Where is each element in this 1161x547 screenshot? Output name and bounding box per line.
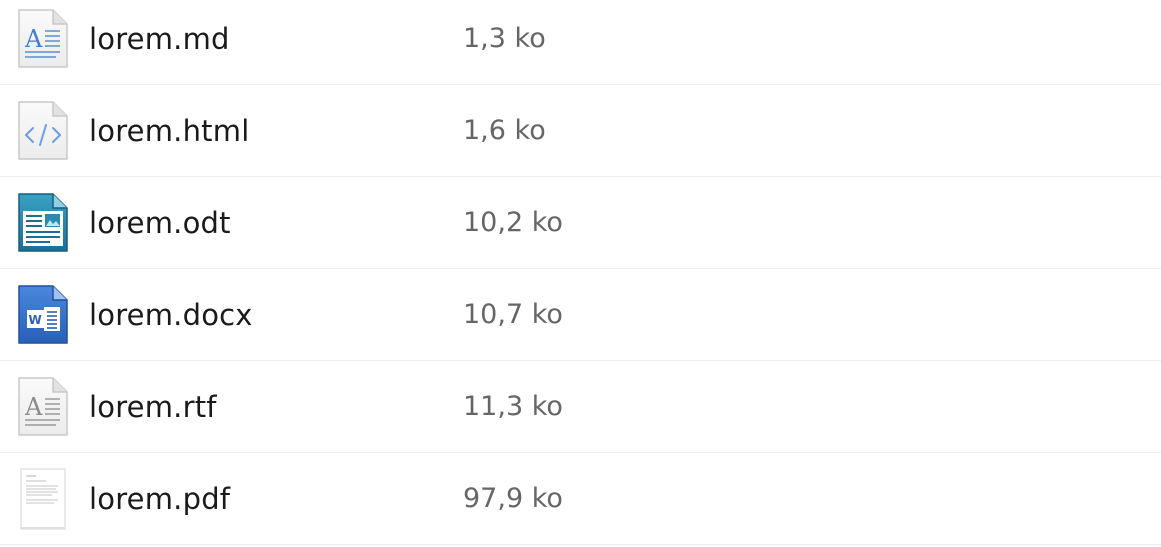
html-code-icon: [16, 99, 70, 163]
file-row-lorem-odt[interactable]: lorem.odt 10,2 ko: [0, 177, 1161, 269]
file-list: A lorem.md 1,3 ko lorem.html 1,6 ko lore…: [0, 0, 1161, 547]
file-size: 1,6 ko: [463, 115, 546, 146]
rtf-text-icon: A: [16, 375, 70, 439]
pdf-document-icon: [16, 467, 70, 531]
file-row-lorem-pdf[interactable]: lorem.pdf 97,9 ko: [0, 453, 1161, 545]
file-size: 97,9 ko: [463, 483, 563, 514]
file-size: 10,7 ko: [463, 299, 563, 330]
file-row-lorem-md[interactable]: A lorem.md 1,3 ko: [0, 0, 1161, 85]
svg-text:A: A: [24, 393, 43, 421]
odt-document-icon: [16, 191, 70, 255]
file-name: lorem.md: [89, 22, 230, 56]
file-size: 1,3 ko: [463, 23, 546, 54]
word-document-icon: W: [16, 283, 70, 347]
svg-text:A: A: [24, 25, 43, 53]
file-size: 10,2 ko: [463, 207, 563, 238]
file-name: lorem.html: [89, 114, 250, 148]
svg-text:W: W: [29, 313, 42, 327]
file-row-lorem-docx[interactable]: W lorem.docx 10,7 ko: [0, 269, 1161, 361]
file-name: lorem.docx: [89, 298, 253, 332]
file-name: lorem.pdf: [89, 482, 231, 516]
file-row-lorem-rtf[interactable]: A lorem.rtf 11,3 ko: [0, 361, 1161, 453]
file-row-lorem-html[interactable]: lorem.html 1,6 ko: [0, 85, 1161, 177]
file-size: 11,3 ko: [463, 391, 563, 422]
markdown-icon: A: [16, 7, 70, 71]
file-name: lorem.odt: [89, 206, 231, 240]
file-name: lorem.rtf: [89, 390, 217, 424]
